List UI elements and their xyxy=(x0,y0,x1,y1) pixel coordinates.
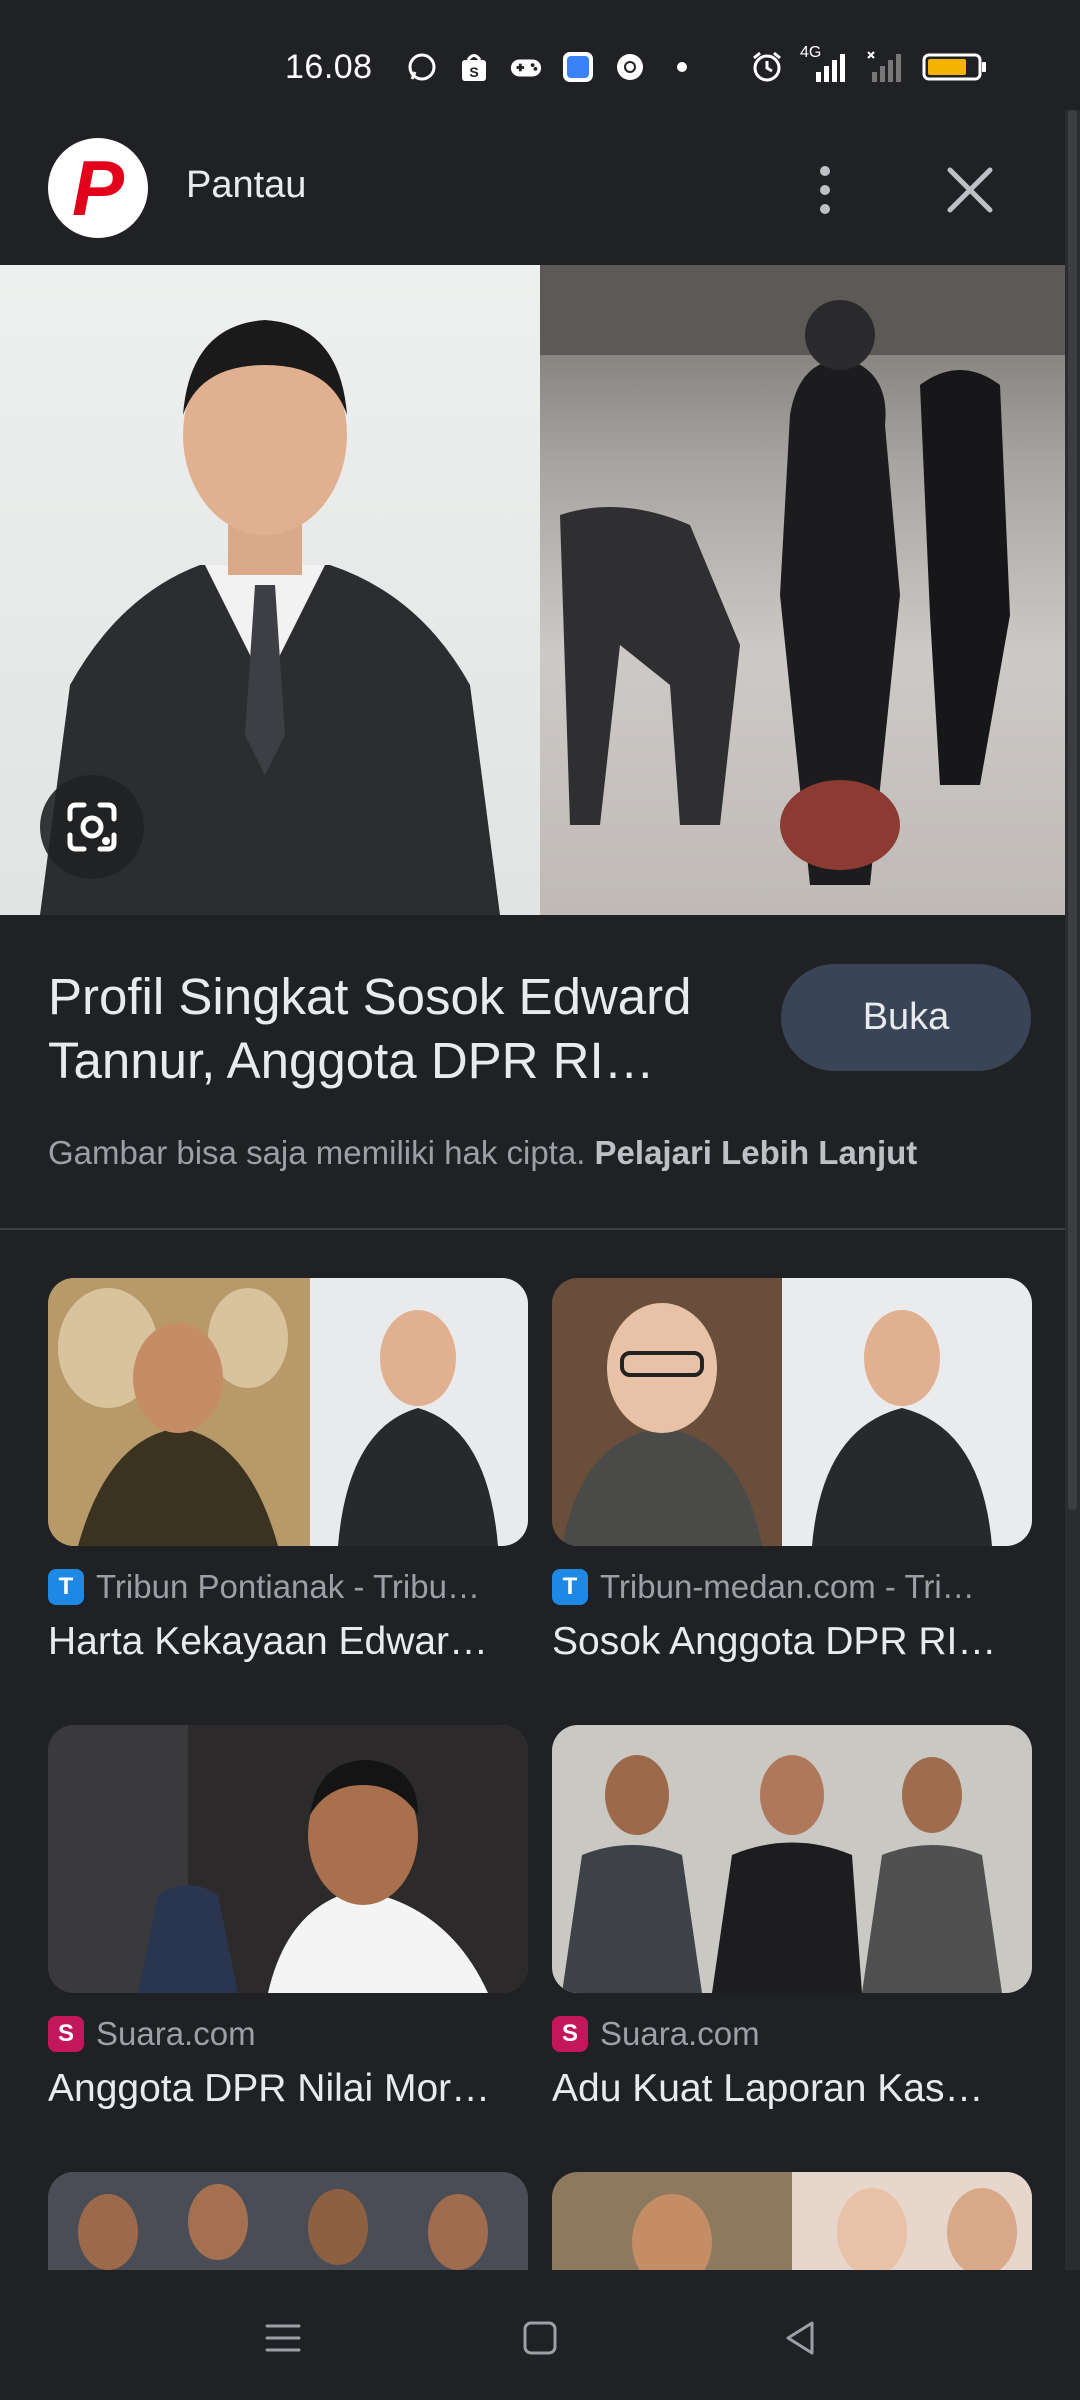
preview-image[interactable] xyxy=(0,265,1065,915)
dot-icon xyxy=(665,50,699,84)
app-icon xyxy=(561,50,595,84)
related-thumbnail xyxy=(48,1278,528,1546)
dot xyxy=(820,204,830,214)
navigation-bar xyxy=(0,2270,1080,2400)
site-name[interactable]: Pantau xyxy=(186,164,306,207)
source-header: P Pantau xyxy=(0,110,1065,265)
related-card[interactable]: S Suara.com Adu Kuat Laporan Kas… xyxy=(552,1725,1032,2111)
source-name: Tribun Pontianak - Tribu… xyxy=(96,1568,480,1605)
related-thumbnail xyxy=(48,2172,528,2270)
signal-empty-icon xyxy=(866,50,906,84)
gamepad-icon xyxy=(509,50,543,84)
related-title: Adu Kuat Laporan Kas… xyxy=(552,2067,984,2110)
related-source: S Suara.com xyxy=(48,2015,528,2053)
suara-icon: S xyxy=(552,2016,588,2052)
google-lens-button[interactable] xyxy=(40,775,144,879)
shopee-icon: S xyxy=(457,50,491,84)
related-card[interactable]: T Tribun Pontianak - Tribu… Harta Kekaya… xyxy=(48,1278,528,1664)
related-source: S Suara.com xyxy=(552,2015,1032,2053)
scrollbar-thumb[interactable] xyxy=(1068,110,1077,1510)
whatsapp-icon xyxy=(405,50,439,84)
square-icon xyxy=(523,2321,557,2355)
back-triangle-icon xyxy=(786,2321,814,2355)
result-title[interactable]: Profil Singkat Sosok Edward Tannur, Angg… xyxy=(48,965,768,1093)
related-title: Sosok Anggota DPR RI… xyxy=(552,1620,997,1663)
related-card[interactable]: S Suara.com Anggota DPR Nilai Mor… xyxy=(48,1725,528,2111)
open-button[interactable]: Buka xyxy=(781,964,1031,1071)
battery-icon xyxy=(922,50,988,84)
source-name: Tribun-medan.com - Tri… xyxy=(600,1568,975,1605)
tribun-icon: T xyxy=(552,1569,588,1605)
related-title: Harta Kekayaan Edwar… xyxy=(48,1620,489,1663)
network-type-label: 4G xyxy=(800,44,822,61)
site-logo[interactable]: P xyxy=(48,138,148,238)
close-button[interactable] xyxy=(940,160,1000,220)
more-options-icon[interactable] xyxy=(805,155,845,225)
logo-letter: P xyxy=(71,144,125,232)
related-thumbnail xyxy=(48,1725,528,1993)
video-still-photo xyxy=(540,265,1065,915)
source-name: Suara.com xyxy=(600,2015,760,2052)
tribun-icon: T xyxy=(48,1569,84,1605)
recent-apps-button[interactable] xyxy=(253,2308,313,2368)
related-title: Anggota DPR Nilai Mor… xyxy=(48,2067,491,2110)
signal-icon: 4G xyxy=(800,44,850,84)
related-card[interactable] xyxy=(48,2172,528,2270)
copyright-text: Gambar bisa saja memiliki hak cipta. xyxy=(48,1134,586,1171)
related-source: T Tribun Pontianak - Tribu… xyxy=(48,1568,528,1606)
lens-icon xyxy=(67,802,117,852)
related-source: T Tribun-medan.com - Tri… xyxy=(552,1568,1032,1606)
menu-icon xyxy=(265,2324,301,2352)
svg-text:S: S xyxy=(469,64,478,80)
back-button[interactable] xyxy=(770,2308,830,2368)
close-icon xyxy=(947,167,993,213)
alarm-icon xyxy=(750,50,784,84)
chrome-icon xyxy=(613,50,647,84)
dot xyxy=(820,166,830,176)
suara-icon: S xyxy=(48,2016,84,2052)
home-button[interactable] xyxy=(510,2308,570,2368)
dot xyxy=(820,185,830,195)
learn-more-link[interactable]: Pelajari Lebih Lanjut xyxy=(595,1134,918,1171)
related-thumbnail xyxy=(552,1278,1032,1546)
status-time: 16.08 xyxy=(285,48,373,86)
notification-icons: S xyxy=(405,50,699,84)
related-thumbnail xyxy=(552,2172,1032,2270)
divider xyxy=(0,1228,1065,1230)
status-bar: 16.08 S 4G xyxy=(0,0,1080,110)
related-card[interactable] xyxy=(552,2172,1032,2270)
related-thumbnail xyxy=(552,1725,1032,1993)
copyright-notice: Gambar bisa saja memiliki hak cipta. Pel… xyxy=(48,1134,917,1172)
source-name: Suara.com xyxy=(96,2015,256,2052)
related-card[interactable]: T Tribun-medan.com - Tri… Sosok Anggota … xyxy=(552,1278,1032,1664)
system-icons: 4G xyxy=(750,44,988,84)
